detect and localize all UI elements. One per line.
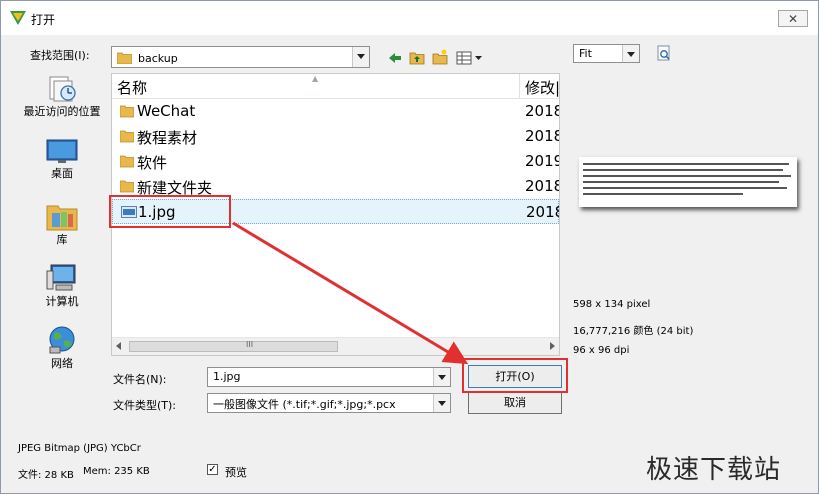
image-colors: 16,777,216 颜色 (24 bit) xyxy=(573,326,694,337)
image-preview xyxy=(579,157,797,207)
annotation-arrow xyxy=(232,221,469,365)
open-file-dialog: 打开 ✕ 查找范围(I): backup Fit 最近访问的位置 桌面 库 计算… xyxy=(0,0,819,494)
watermark: 极速下载站 xyxy=(646,455,782,485)
image-dpi: 96 x 96 dpi xyxy=(573,345,630,356)
image-dimensions: 598 x 134 pixel xyxy=(573,299,651,310)
preview-label: 预览 xyxy=(225,466,247,479)
preview-checkbox[interactable]: ✓ xyxy=(207,464,218,475)
file-size: 文件: 28 KB xyxy=(18,470,74,481)
image-format: JPEG Bitmap (JPG) YCbCr xyxy=(18,443,141,454)
memory-size: Mem: 235 KB xyxy=(83,466,150,477)
